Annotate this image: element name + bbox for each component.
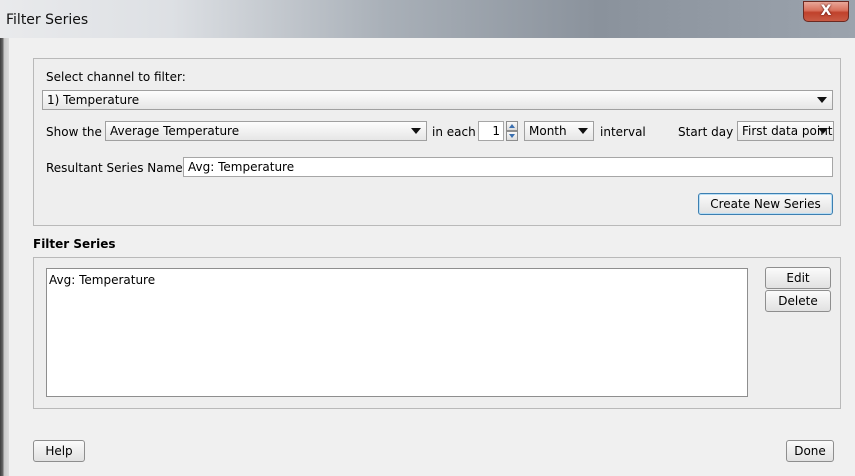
create-new-series-button[interactable]: Create New Series	[698, 193, 833, 215]
result-name-input[interactable]: Avg: Temperature	[183, 157, 833, 177]
edit-button[interactable]: Edit	[765, 267, 831, 289]
window-title: Filter Series	[6, 12, 89, 28]
interval-count-value: 1	[492, 124, 500, 138]
result-name-label: Resultant Series Name:	[46, 161, 187, 175]
help-label: Help	[45, 444, 73, 458]
done-button[interactable]: Done	[786, 440, 834, 462]
channel-select[interactable]: 1) Temperature	[42, 90, 833, 110]
delete-label: Delete	[778, 294, 818, 308]
in-each-label: in each	[432, 125, 476, 139]
chevron-down-icon	[818, 128, 828, 134]
start-day-select[interactable]: First data point	[737, 121, 834, 141]
channel-label: Select channel to filter:	[46, 70, 186, 84]
interval-unit-select[interactable]: Month	[524, 121, 594, 141]
arrow-up-icon	[509, 124, 515, 128]
channel-select-value: 1) Temperature	[47, 93, 140, 107]
chevron-down-icon	[817, 97, 827, 103]
help-button[interactable]: Help	[33, 440, 85, 462]
list-item[interactable]: Avg: Temperature	[49, 273, 155, 287]
function-select-value: Average Temperature	[110, 124, 240, 138]
chevron-down-icon	[411, 128, 421, 134]
interval-unit-value: Month	[529, 124, 567, 138]
filter-series-heading: Filter Series	[33, 237, 116, 251]
arrow-down-icon	[509, 134, 515, 138]
done-label: Done	[794, 444, 826, 458]
title-bar: Filter Series X	[0, 0, 855, 38]
interval-count-input[interactable]: 1	[478, 121, 504, 141]
close-icon: X	[820, 3, 832, 19]
window-frame-left	[0, 38, 9, 476]
start-day-label: Start day	[678, 125, 734, 139]
chevron-down-icon	[578, 128, 588, 134]
spin-up-button[interactable]	[506, 121, 518, 131]
spin-down-button[interactable]	[506, 131, 518, 141]
interval-label: interval	[600, 125, 646, 139]
delete-button[interactable]: Delete	[765, 290, 831, 312]
close-button[interactable]: X	[803, 1, 849, 22]
result-name-value: Avg: Temperature	[188, 160, 295, 174]
show-label: Show the	[46, 125, 102, 139]
edit-label: Edit	[786, 271, 810, 285]
series-list[interactable]: Avg: Temperature	[46, 268, 748, 397]
function-select[interactable]: Average Temperature	[105, 121, 427, 141]
create-new-series-label: Create New Series	[710, 197, 821, 211]
